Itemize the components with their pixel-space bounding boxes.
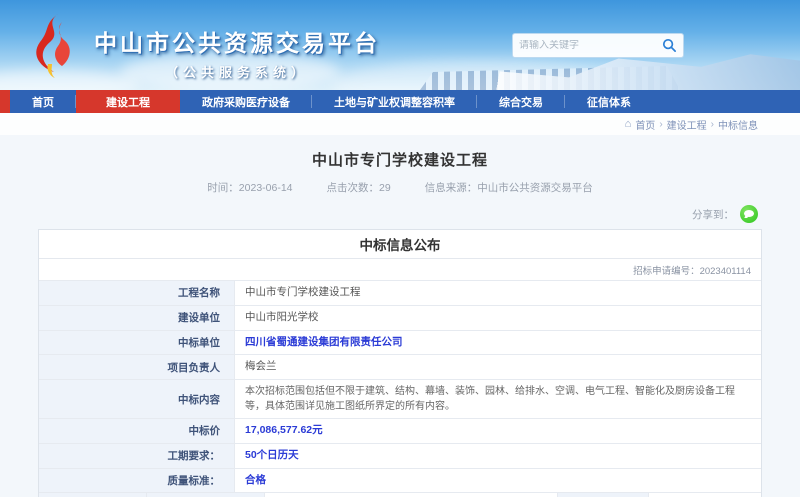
nav-item-comprehensive[interactable]: 综合交易 xyxy=(477,90,565,113)
dept-contact-label: 监督部门联系方式 xyxy=(557,493,649,497)
search-icon[interactable] xyxy=(662,38,677,53)
main-nav: 首页 建设工程 政府采购医疗设备 土地与矿业权调整容积率 综合交易 征信体系 xyxy=(0,90,800,113)
nav-item-home[interactable]: 首页 xyxy=(10,90,76,113)
click-count: 点击次数：29 xyxy=(327,180,391,195)
dept-name-value: 中山市住房和城乡建设局 xyxy=(265,493,557,497)
award-info-table: 中标信息公布 招标申请编号：2023401114 工程名称 中山市专门学校建设工… xyxy=(38,229,762,497)
supervision-section: 招标监督部门信息 监督部门名称 中山市住房和城乡建设局 监督部门联系方式 883… xyxy=(39,492,761,497)
row-label: 项目负责人 xyxy=(39,355,235,379)
breadcrumb-bar: ⌂ 首页 › 建设工程 › 中标信息 xyxy=(0,113,800,135)
site-header: 中山市公共资源交易平台 （公共服务系统） xyxy=(0,0,800,90)
page-content: 中山市专门学校建设工程 时间：2023-06-14 点击次数：29 信息来源：中… xyxy=(0,135,800,497)
breadcrumb: ⌂ 首页 › 建设工程 › 中标信息 xyxy=(625,117,758,132)
search-input[interactable] xyxy=(519,40,662,51)
site-logo-flame-icon xyxy=(28,12,80,80)
table-row: 工程名称 中山市专门学校建设工程 xyxy=(39,280,761,305)
table-row: 项目负责人 梅会兰 xyxy=(39,354,761,379)
breadcrumb-construction[interactable]: 建设工程 xyxy=(667,117,707,132)
info-source: 信息来源：中山市公共资源交易平台 xyxy=(425,180,593,195)
project-manager-value: 梅会兰 xyxy=(235,355,761,379)
row-label: 中标价 xyxy=(39,419,235,443)
supervision-row-1: 监督部门名称 中山市住房和城乡建设局 监督部门联系方式 88333919/883… xyxy=(147,493,761,497)
table-row: 中标价 17,086,577.62元 xyxy=(39,418,761,443)
nav-item-gov-procurement[interactable]: 政府采购医疗设备 xyxy=(180,90,312,113)
wechat-share-icon[interactable] xyxy=(740,205,758,223)
breadcrumb-separator: › xyxy=(711,119,714,130)
award-content-value: 本次招标范围包括但不限于建筑、结构、幕墙、装饰、园林、给排水、空调、电气工程、智… xyxy=(235,380,761,418)
dept-contact-value: 88333919/88388300 xyxy=(649,493,761,497)
nav-item-credit[interactable]: 征信体系 xyxy=(565,90,653,113)
home-icon: ⌂ xyxy=(625,119,632,130)
apply-number: 招标申请编号：2023401114 xyxy=(39,259,761,280)
supervision-label: 招标监督部门信息 xyxy=(39,493,147,497)
nav-item-land-mining[interactable]: 土地与矿业权调整容积率 xyxy=(312,90,477,113)
share-row: 分享到： xyxy=(38,203,762,225)
nav-item-construction[interactable]: 建设工程 xyxy=(76,90,180,113)
table-row: 建设单位 中山市阳光学校 xyxy=(39,305,761,330)
row-label: 工期要求： xyxy=(39,444,235,468)
row-label: 中标单位 xyxy=(39,331,235,355)
page-title: 中山市专门学校建设工程 xyxy=(38,149,762,170)
search-box[interactable] xyxy=(512,33,684,58)
quality-standard-value: 合格 xyxy=(235,469,761,493)
row-label: 建设单位 xyxy=(39,306,235,330)
breadcrumb-home[interactable]: 首页 xyxy=(635,117,655,132)
project-name-value: 中山市专门学校建设工程 xyxy=(235,281,761,305)
dept-name-label: 监督部门名称 xyxy=(147,493,265,497)
row-label: 工程名称 xyxy=(39,281,235,305)
row-label: 中标内容 xyxy=(39,380,235,418)
duration-value: 50个日历天 xyxy=(235,444,761,468)
site-brand: 中山市公共资源交易平台 （公共服务系统） xyxy=(28,8,380,81)
table-row: 质量标准： 合格 xyxy=(39,468,761,493)
owner-unit-value: 中山市阳光学校 xyxy=(235,306,761,330)
site-subtitle: （公共服务系统） xyxy=(94,62,380,81)
table-row: 中标单位 四川省蜀通建设集团有限责任公司 xyxy=(39,330,761,355)
row-label: 质量标准： xyxy=(39,469,235,493)
site-title: 中山市公共资源交易平台 xyxy=(94,24,380,58)
table-row: 工期要求： 50个日历天 xyxy=(39,443,761,468)
breadcrumb-separator: › xyxy=(659,119,662,130)
award-price-value: 17,086,577.62元 xyxy=(235,419,761,443)
table-title: 中标信息公布 xyxy=(39,230,761,259)
article-meta: 时间：2023-06-14 点击次数：29 信息来源：中山市公共资源交易平台 xyxy=(38,180,762,195)
table-row: 中标内容 本次招标范围包括但不限于建筑、结构、幕墙、装饰、园林、给排水、空调、电… xyxy=(39,379,761,418)
breadcrumb-award-info: 中标信息 xyxy=(718,117,758,132)
share-label: 分享到： xyxy=(692,207,734,222)
article-header: 中山市专门学校建设工程 时间：2023-06-14 点击次数：29 信息来源：中… xyxy=(38,141,762,195)
publish-time: 时间：2023-06-14 xyxy=(207,180,292,195)
nav-left-accent xyxy=(0,90,10,113)
winning-bidder-link[interactable]: 四川省蜀通建设集团有限责任公司 xyxy=(235,331,761,355)
